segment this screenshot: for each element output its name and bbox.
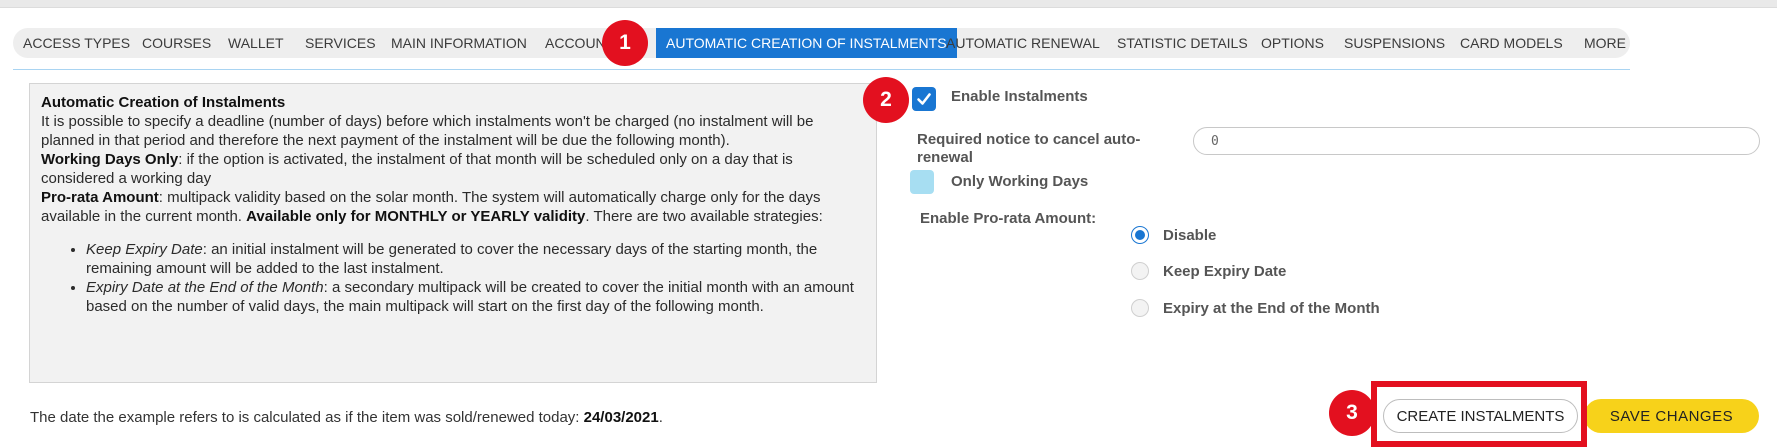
- tab-main-information[interactable]: MAIN INFORMATION: [391, 28, 527, 58]
- strategy-name: Keep Expiry Date: [86, 241, 203, 258]
- info-prorata-bold: Available only for MONTHLY or YEARLY val…: [246, 208, 586, 225]
- radio-disable-label: Disable: [1163, 227, 1217, 244]
- info-working-days: Working Days Only: if the option is acti…: [41, 150, 866, 188]
- info-prorata-label: Pro-rata Amount: [41, 189, 159, 206]
- footnote-text: The date the example refers to is calcul…: [30, 409, 584, 426]
- only-working-days-checkbox[interactable]: [910, 170, 934, 194]
- footnote-date: 24/03/2021: [583, 409, 659, 426]
- checkmark-icon: [917, 93, 931, 105]
- enable-instalments-checkbox[interactable]: [912, 87, 936, 111]
- example-date-note: The date the example refers to is calcul…: [30, 409, 663, 426]
- radio-keep-expiry-date-label: Keep Expiry Date: [1163, 263, 1287, 280]
- radio-disable[interactable]: [1131, 226, 1149, 244]
- info-prorata: Pro-rata Amount: multipack validity base…: [41, 188, 866, 226]
- footnote-end: .: [658, 409, 663, 426]
- tab-courses[interactable]: COURSES: [142, 28, 211, 58]
- tab-automatic-creation-of-instalments[interactable]: AUTOMATIC CREATION OF INSTALMENTS: [656, 28, 957, 58]
- tab-accounting[interactable]: ACCOUN: [545, 28, 606, 58]
- tab-access-types[interactable]: ACCESS TYPES: [23, 28, 130, 58]
- step-marker-2: 2: [863, 77, 909, 123]
- prorata-label: Enable Pro-rata Amount:: [920, 210, 1097, 227]
- save-changes-button[interactable]: SAVE CHANGES: [1584, 399, 1759, 433]
- info-box: Automatic Creation of Instalments It is …: [29, 83, 877, 383]
- tab-underline: [13, 69, 1630, 70]
- info-intro: It is possible to specify a deadline (nu…: [41, 113, 814, 149]
- tab-bar: ACCESS TYPES COURSES WALLET SERVICES MAI…: [13, 28, 1630, 58]
- enable-instalments-label: Enable Instalments: [951, 88, 1088, 105]
- radio-expiry-end-of-month[interactable]: [1131, 299, 1149, 317]
- tab-options[interactable]: OPTIONS: [1261, 28, 1324, 58]
- strategy-list: Keep Expiry Date: an initial instalment …: [86, 240, 866, 316]
- only-working-days-label: Only Working Days: [951, 173, 1089, 190]
- radio-expiry-end-of-month-label: Expiry at the End of the Month: [1163, 300, 1380, 317]
- list-item: Expiry Date at the End of the Month: a s…: [86, 278, 866, 316]
- top-divider: [0, 0, 1777, 8]
- info-prorata-text-end: . There are two available strategies:: [585, 208, 823, 225]
- tab-automatic-renewal[interactable]: AUTOMATIC RENEWAL: [946, 28, 1100, 58]
- tab-more[interactable]: MORE: [1584, 28, 1626, 58]
- info-title: Automatic Creation of Instalments: [41, 94, 286, 111]
- strategy-name: Expiry Date at the End of the Month: [86, 279, 324, 296]
- notice-label-line-1: Required notice to cancel auto-: [917, 131, 1141, 148]
- notice-days-input[interactable]: [1193, 127, 1760, 155]
- info-working-days-label: Working Days Only: [41, 151, 179, 168]
- tab-card-models[interactable]: CARD MODELS: [1460, 28, 1563, 58]
- tab-statistic-details[interactable]: STATISTIC DETAILS: [1117, 28, 1248, 58]
- step-marker-3: 3: [1329, 390, 1375, 436]
- step-marker-1: 1: [602, 20, 648, 66]
- notice-label-line-2: renewal: [917, 149, 973, 166]
- radio-keep-expiry-date[interactable]: [1131, 262, 1149, 280]
- tab-services[interactable]: SERVICES: [305, 28, 376, 58]
- create-button-highlight: [1371, 381, 1587, 447]
- tab-suspensions[interactable]: SUSPENSIONS: [1344, 28, 1445, 58]
- notice-label: Required notice to cancel auto- renewal: [917, 131, 1140, 167]
- tab-wallet[interactable]: WALLET: [228, 28, 284, 58]
- list-item: Keep Expiry Date: an initial instalment …: [86, 240, 866, 278]
